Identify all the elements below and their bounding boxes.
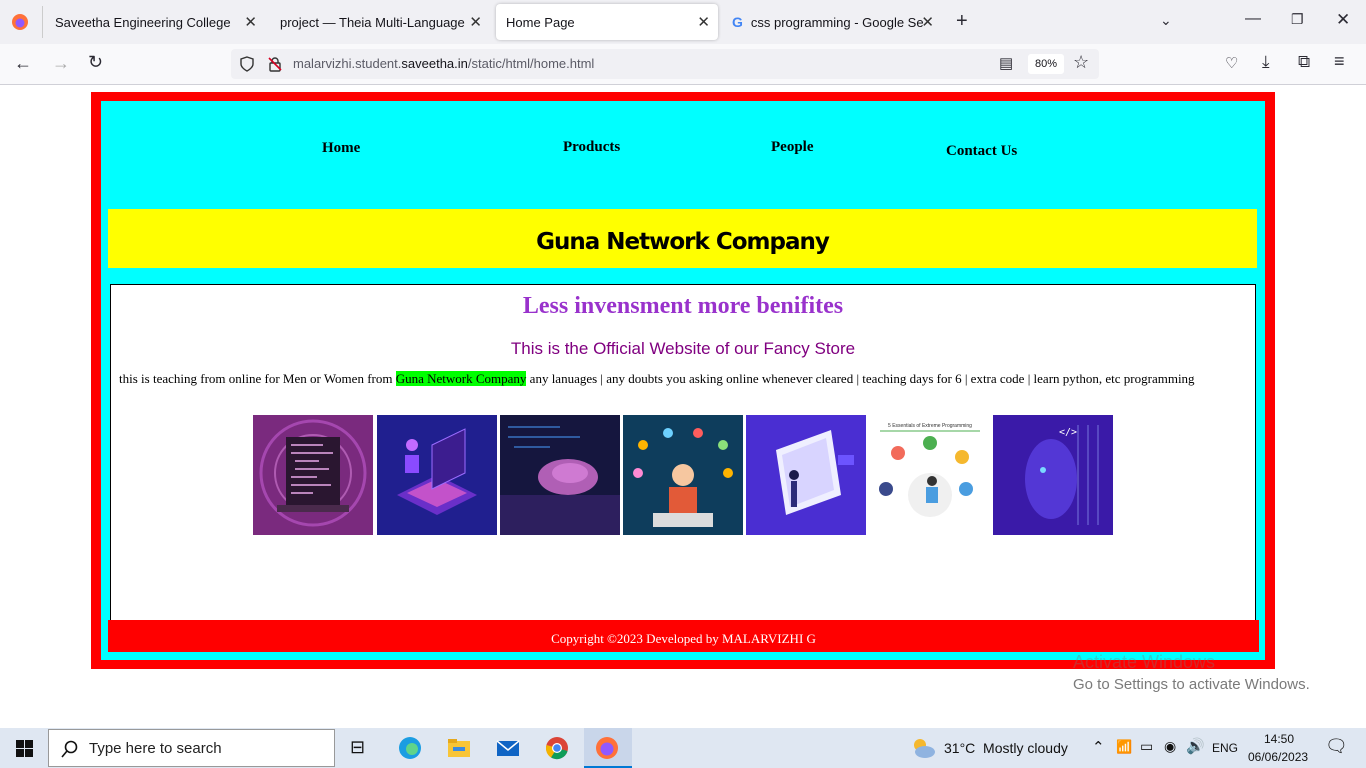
google-icon: G: [732, 14, 743, 30]
new-tab-icon[interactable]: +: [956, 10, 968, 33]
xp-image-title: 5 Essentials of Extreme Programming: [888, 423, 972, 429]
file-explorer-icon[interactable]: [447, 736, 471, 760]
extreme-programming-image: 5 Essentials of Extreme Programming: [870, 415, 990, 535]
nav-link-contact-us[interactable]: Contact Us: [946, 143, 1017, 160]
meet-now-icon[interactable]: ◉: [1164, 738, 1176, 755]
isometric-laptop-image: [377, 415, 497, 535]
description-text: any lanuages | any doubts you asking onl…: [526, 371, 1195, 386]
reload-icon[interactable]: ↻: [88, 52, 103, 73]
clock-date[interactable]: 06/06/2023: [1248, 750, 1308, 764]
close-window-icon[interactable]: ✕: [1336, 10, 1350, 30]
nav-link-people[interactable]: People: [771, 139, 814, 156]
url-domain: saveetha.in: [401, 56, 468, 71]
laptop-code-image: [253, 415, 373, 535]
ai-face-image: </>: [993, 415, 1113, 535]
address-bar[interactable]: malarvizhi.student.saveetha.in/static/ht…: [231, 49, 1099, 79]
weather-cloud-icon[interactable]: [910, 737, 936, 759]
show-hidden-icons-icon[interactable]: ⌃: [1092, 738, 1105, 756]
taskbar-search-box[interactable]: Type here to search: [48, 729, 335, 767]
close-tab-icon[interactable]: ✕: [697, 13, 710, 31]
tab-saveetha[interactable]: Saveetha Engineering College ✕: [45, 4, 265, 40]
tab-theia[interactable]: project — Theia Multi-Language Ex ✕: [270, 4, 490, 40]
headline: Less invensment more benifites: [522, 293, 844, 319]
typing-hands-image: [500, 415, 620, 535]
copyright-text: Copyright ©2023 Developed by MALARVIZHI …: [551, 631, 816, 646]
clock-time[interactable]: 14:50: [1264, 732, 1294, 746]
close-tab-icon[interactable]: ✕: [244, 13, 257, 31]
subheadline: This is the Official Website of our Fanc…: [510, 339, 856, 358]
url-path: /static/html/home.html: [467, 56, 595, 71]
company-title: Guna Network Company: [536, 229, 830, 255]
nav-link-home[interactable]: Home: [322, 140, 360, 157]
notifications-icon[interactable]: 🗨: [1325, 736, 1348, 757]
chrome-icon[interactable]: [545, 736, 569, 760]
insecure-lock-icon[interactable]: [267, 56, 283, 72]
company-banner: Guna Network Company: [108, 209, 1257, 268]
language-indicator[interactable]: ENG: [1212, 741, 1238, 755]
url-text[interactable]: malarvizhi.student.saveetha.in/static/ht…: [293, 56, 594, 71]
windows-taskbar: Type here to search ⊟ 31°C Mostly cloudy…: [0, 728, 1366, 768]
back-icon[interactable]: ←: [14, 53, 32, 74]
bookmark-star-icon[interactable]: ☆: [1073, 52, 1089, 73]
tab-google-search[interactable]: G css programming - Google Sear ✕: [722, 4, 942, 40]
description-text: this is teaching from online for Men or …: [119, 371, 396, 386]
restore-icon[interactable]: ❐: [1291, 11, 1304, 28]
svg-text:</>: </>: [1059, 427, 1077, 438]
edge-icon[interactable]: [398, 736, 422, 760]
mail-icon[interactable]: [496, 736, 520, 760]
search-placeholder: Type here to search: [89, 740, 222, 757]
highlighted-company: Guna Network Company: [395, 371, 527, 386]
firefox-view-icon[interactable]: [11, 13, 29, 31]
search-icon: [61, 740, 78, 758]
activate-windows-subtitle: Go to Settings to activate Windows.: [1073, 676, 1310, 693]
minimize-icon[interactable]: —: [1245, 10, 1261, 28]
downloads-icon[interactable]: ⤓: [1262, 52, 1270, 72]
windows-start-icon[interactable]: [16, 740, 33, 757]
menu-icon[interactable]: ≡: [1334, 51, 1345, 72]
browser-nav-bar: ← → ↻ malarvizhi.student.saveetha.in/sta…: [0, 44, 1366, 85]
weather-text[interactable]: 31°C Mostly cloudy: [944, 740, 1068, 756]
reader-view-icon[interactable]: ▤: [999, 54, 1013, 72]
tab-label: Home Page: [506, 14, 575, 30]
activate-windows-title: Activate Windows: [1073, 652, 1216, 672]
close-tab-icon[interactable]: ✕: [469, 13, 482, 31]
browser-tab-bar: Saveetha Engineering College ✕ project —…: [0, 0, 1366, 44]
firefox-taskbar-button[interactable]: [584, 728, 632, 768]
list-tabs-icon[interactable]: ⌄: [1160, 12, 1172, 29]
zoom-indicator[interactable]: 80%: [1028, 54, 1064, 74]
tablet-illustration-image: [746, 415, 866, 535]
tab-label: Saveetha Engineering College: [55, 14, 231, 30]
firefox-icon: [596, 737, 618, 759]
page-container: Home Products People Contact Us Guna Net…: [101, 101, 1265, 660]
close-tab-icon[interactable]: ✕: [921, 13, 934, 31]
task-view-icon[interactable]: ⊟: [350, 737, 365, 758]
page-footer: Copyright ©2023 Developed by MALARVIZHI …: [108, 620, 1259, 652]
url-prefix: malarvizhi.student.: [293, 56, 402, 71]
tab-home-page[interactable]: Home Page ✕: [496, 4, 718, 40]
volume-icon[interactable]: 🔊: [1186, 737, 1205, 755]
pocket-icon[interactable]: ♡: [1225, 54, 1238, 72]
extensions-icon[interactable]: ⧉: [1298, 52, 1310, 72]
developer-network-image: [623, 415, 743, 535]
shield-icon[interactable]: [239, 56, 255, 72]
main-content: Less invensment more benifites This is t…: [110, 284, 1256, 624]
tab-label: css programming - Google Sear: [750, 14, 923, 30]
page-outer-border: Home Products People Contact Us Guna Net…: [91, 92, 1275, 669]
battery-icon[interactable]: ▭: [1140, 738, 1153, 755]
tab-label: project — Theia Multi-Language Ex: [280, 14, 468, 30]
forward-icon[interactable]: →: [52, 53, 70, 74]
network-icon[interactable]: 📶: [1116, 739, 1132, 755]
description: this is teaching from online for Men or …: [119, 371, 1195, 387]
nav-link-products[interactable]: Products: [563, 139, 620, 156]
